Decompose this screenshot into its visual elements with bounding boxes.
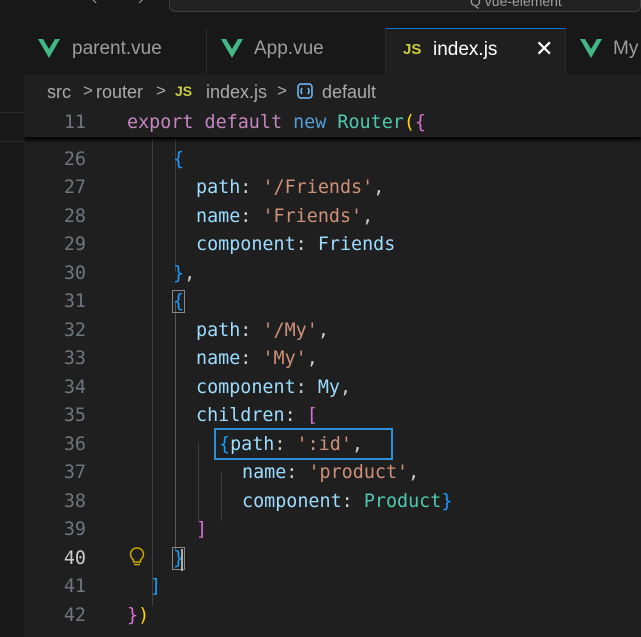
breadcrumb-item-router[interactable]: router [96, 82, 143, 103]
line-number: 34 [63, 377, 86, 398]
line-number: 33 [63, 348, 86, 369]
code-line: }, [173, 263, 196, 284]
line-number: 35 [63, 405, 86, 426]
js-icon: JS [403, 41, 422, 58]
vue-icon [38, 39, 60, 58]
breadcrumb: src > router > JS index.js > default [24, 74, 641, 110]
panel-divider [0, 141, 24, 142]
highlight-box [214, 428, 393, 460]
code-line-row: 34 component: My, [24, 375, 641, 403]
code-line-row: 38 component: Product} [24, 489, 641, 517]
text-cursor [181, 549, 183, 571]
code-line: children: [ [196, 405, 318, 426]
code-line-row: 40 } [24, 546, 641, 574]
line-number: 38 [63, 491, 86, 512]
code-line-row: 32 path: '/My', [24, 318, 641, 346]
command-center[interactable] [169, 0, 641, 12]
line-number: 28 [63, 206, 86, 227]
code-line: path: '/Friends', [196, 177, 385, 198]
code-line-row: 41 ] [24, 574, 641, 602]
tab-index-js[interactable]: JS index.js ✕ [386, 28, 566, 74]
line-number: 36 [63, 434, 86, 455]
code-line-row: 37 name: 'product', [24, 460, 641, 488]
vue-icon [221, 39, 243, 58]
line-number: 29 [63, 234, 86, 255]
code-line: ] [196, 519, 208, 540]
code-line-row: 27 path: '/Friends', [24, 175, 641, 203]
code-line: component: Product} [242, 491, 453, 512]
line-number: 11 [63, 112, 86, 133]
line-number: 27 [63, 177, 86, 198]
tab-label: parent.vue [72, 38, 162, 59]
code-line: name: 'My', [196, 348, 318, 369]
code-line-row: 31 { [24, 289, 641, 317]
tab-app-vue[interactable]: App.vue [207, 28, 386, 74]
line-number: 42 [63, 605, 86, 626]
title-bar: ‹ › Q vue-element [0, 0, 641, 14]
code-line-row: 39 ] [24, 517, 641, 545]
code-line-row: 35 children: [ [24, 403, 641, 431]
tab-label: App.vue [254, 38, 324, 59]
sticky-scroll-line[interactable]: 11 export default new Router({ [24, 110, 641, 137]
close-icon[interactable]: ✕ [535, 36, 553, 62]
js-icon: JS [175, 83, 193, 99]
code-line: name: 'product', [242, 462, 420, 483]
code-line: path: '/My', [196, 320, 329, 341]
line-number: 40 [63, 548, 86, 569]
code-line-row: 29 component: Friends [24, 232, 641, 260]
tab-label: My [613, 38, 639, 59]
command-center-text: Q vue-element [470, 0, 562, 9]
code-line: export default new Router({ [127, 112, 426, 133]
code-line-row: 28 name: 'Friends', [24, 204, 641, 232]
side-panel-edge [0, 14, 24, 637]
line-number: 39 [63, 519, 86, 540]
breadcrumb-item-src[interactable]: src [47, 82, 71, 103]
line-number: 41 [63, 576, 86, 597]
lightbulb-icon[interactable] [128, 547, 146, 567]
breadcrumb-separator: > [83, 81, 93, 100]
code-line-row: 33 name: 'My', [24, 346, 641, 374]
editor-tab-bar: parent.vue App.vue JS index.js ✕ My [24, 14, 641, 74]
breadcrumb-item-file[interactable]: index.js [206, 82, 267, 103]
line-number: 31 [63, 291, 86, 312]
tab-my-vue[interactable]: My [566, 28, 641, 74]
breadcrumb-separator: > [277, 81, 287, 100]
line-number: 37 [63, 462, 86, 483]
vue-icon [580, 39, 602, 58]
code-line: component: Friends [196, 234, 396, 255]
code-line: }) [127, 605, 150, 626]
code-line: name: 'Friends', [196, 206, 374, 227]
tab-label: index.js [433, 39, 498, 60]
back-arrow-icon[interactable]: ‹ [92, 0, 97, 9]
code-line: { [173, 149, 185, 170]
breadcrumb-item-symbol[interactable]: default [322, 82, 376, 103]
line-number: 30 [63, 263, 86, 284]
tab-parent-vue[interactable]: parent.vue [24, 28, 207, 74]
line-number: 26 [63, 149, 86, 170]
code-line-row: 26 { [24, 147, 641, 175]
code-line-row: 42 }) [24, 603, 641, 631]
code-line: ] [150, 576, 162, 597]
symbol-icon [297, 83, 313, 99]
breadcrumb-separator: > [156, 81, 166, 100]
line-number: 32 [63, 320, 86, 341]
code-line: component: My, [196, 377, 352, 398]
code-editor[interactable]: 11 export default new Router({ 26 { 27 p… [24, 110, 641, 637]
forward-arrow-icon[interactable]: › [138, 0, 143, 9]
code-line: { [171, 290, 186, 313]
code-line-row: 30 }, [24, 261, 641, 289]
panel-divider [0, 112, 24, 113]
